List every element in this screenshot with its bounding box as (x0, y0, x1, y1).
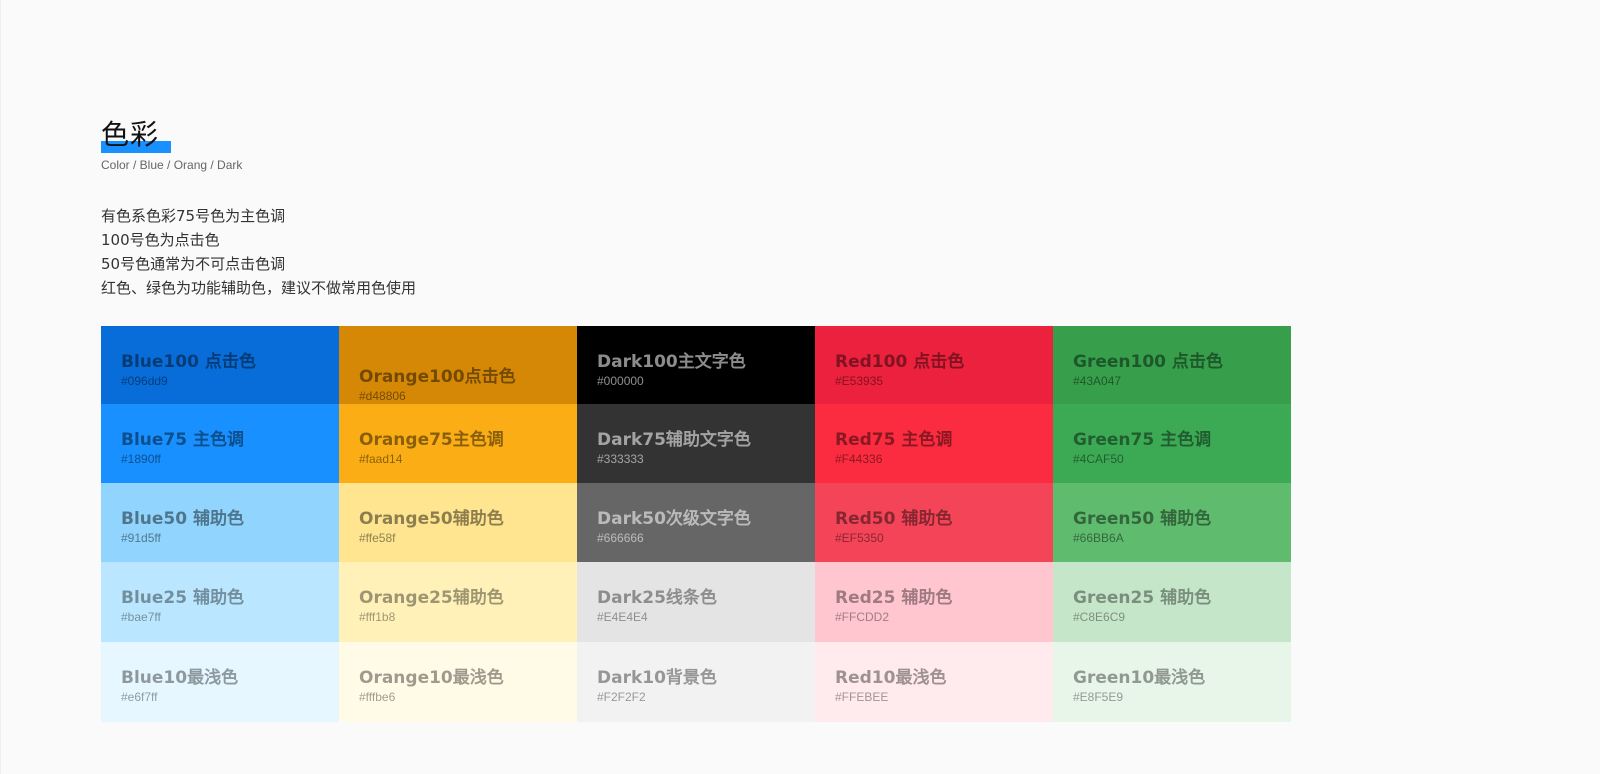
swatch-hex: #ffe58f (359, 531, 396, 545)
page-subtitle: Color / Blue / Orang / Dark (101, 158, 243, 172)
swatch-name: Blue10最浅色 (121, 668, 239, 688)
swatch-blue50: Blue50 辅助色 #91d5ff (101, 483, 339, 562)
swatch-red50: Red50 辅助色 #EF5350 (815, 483, 1053, 562)
swatch-name: Green75 主色调 (1073, 430, 1212, 450)
swatch-hex: #E8F5E9 (1073, 690, 1124, 704)
swatch-dark10: Dark10背景色 #F2F2F2 (577, 642, 815, 722)
page-title: 色彩 (101, 118, 160, 151)
swatch-name: Orange100点击色 (359, 367, 516, 387)
swatch-name: Orange75主色调 (359, 430, 504, 450)
swatch-name: Orange10最浅色 (359, 668, 504, 688)
swatch-red100: Red100 点击色 #E53935 (815, 326, 1053, 404)
swatch-hex: #E4E4E4 (597, 610, 648, 624)
swatch-red10: Red10最浅色 #FFEBEE (815, 642, 1053, 722)
swatch-hex: #43A047 (1073, 374, 1122, 388)
swatch-orange75: Orange75主色调 #faad14 (339, 404, 577, 483)
swatch-name: Green100 点击色 (1073, 352, 1223, 372)
swatch-name: Green50 辅助色 (1073, 509, 1212, 529)
swatch-hex: #EF5350 (835, 531, 884, 545)
description-line: 100号色为点击色 (101, 231, 220, 249)
swatch-green50: Green50 辅助色 #66BB6A (1053, 483, 1291, 562)
swatch-hex: #E53935 (835, 374, 884, 388)
swatch-name: Dark50次级文字色 (597, 509, 751, 529)
swatch-hex: #F44336 (835, 452, 883, 466)
swatch-name: Orange25辅助色 (359, 588, 504, 608)
swatch-hex: #000000 (597, 374, 644, 388)
swatch-name: Blue100 点击色 (121, 352, 256, 372)
swatch-name: Green10最浅色 (1073, 668, 1206, 688)
swatch-hex: #FFEBEE (835, 690, 889, 704)
swatch-hex: #4CAF50 (1073, 452, 1124, 466)
swatch-orange50: Orange50辅助色 #ffe58f (339, 483, 577, 562)
description-line: 50号色通常为不可点击色调 (101, 255, 286, 273)
swatch-hex: #333333 (597, 452, 644, 466)
swatch-name: Red10最浅色 (835, 668, 947, 688)
swatch-name: Dark100主文字色 (597, 352, 746, 372)
swatch-name: Red50 辅助色 (835, 509, 953, 529)
swatch-blue75: Blue75 主色调 #1890ff (101, 404, 339, 483)
swatch-hex: #fff1b8 (359, 610, 396, 624)
swatch-hex: #1890ff (121, 452, 161, 466)
swatch-blue10: Blue10最浅色 #e6f7ff (101, 642, 339, 722)
description-line: 红色、绿色为功能辅助色，建议不做常用色使用 (101, 279, 417, 297)
swatch-orange100: Orange100点击色 #d48806 (339, 326, 577, 404)
swatch-hex: #F2F2F2 (597, 690, 646, 704)
swatch-orange25: Orange25辅助色 #fff1b8 (339, 562, 577, 642)
swatch-dark25: Dark25线条色 #E4E4E4 (577, 562, 815, 642)
swatch-name: Dark75辅助文字色 (597, 430, 751, 450)
swatch-name: Green25 辅助色 (1073, 588, 1212, 608)
swatch-dark100: Dark100主文字色 #000000 (577, 326, 815, 404)
swatch-name: Blue25 辅助色 (121, 588, 244, 608)
swatch-hex: #91d5ff (121, 531, 161, 545)
swatch-name: Orange50辅助色 (359, 509, 504, 529)
swatch-hex: #666666 (597, 531, 644, 545)
swatch-green100: Green100 点击色 #43A047 (1053, 326, 1291, 404)
swatch-name: Dark10背景色 (597, 668, 717, 688)
swatch-hex: #66BB6A (1073, 531, 1124, 545)
swatch-name: Blue50 辅助色 (121, 509, 244, 529)
swatch-hex: #bae7ff (121, 610, 161, 624)
swatch-hex: #C8E6C9 (1073, 610, 1126, 624)
swatch-dark75: Dark75辅助文字色 #333333 (577, 404, 815, 483)
swatch-name: Blue75 主色调 (121, 430, 244, 450)
swatch-green75: Green75 主色调 #4CAF50 (1053, 404, 1291, 483)
swatch-red75: Red75 主色调 #F44336 (815, 404, 1053, 483)
swatch-hex: #faad14 (359, 452, 403, 466)
swatch-hex: #d48806 (359, 389, 406, 403)
swatch-red25: Red25 辅助色 #FFCDD2 (815, 562, 1053, 642)
swatch-name: Red25 辅助色 (835, 588, 953, 608)
page: 色彩 Color / Blue / Orang / Dark 有色系色彩75号色… (0, 0, 1600, 774)
swatch-dark50: Dark50次级文字色 #666666 (577, 483, 815, 562)
swatch-blue25: Blue25 辅助色 #bae7ff (101, 562, 339, 642)
swatch-orange10: Orange10最浅色 #fffbe6 (339, 642, 577, 722)
color-palette-grid: Blue100 点击色 #096dd9 Orange100点击色 #d48806… (101, 326, 1293, 722)
swatch-green25: Green25 辅助色 #C8E6C9 (1053, 562, 1291, 642)
swatch-name: Red100 点击色 (835, 352, 965, 372)
swatch-name: Dark25线条色 (597, 588, 717, 608)
swatch-green10: Green10最浅色 #E8F5E9 (1053, 642, 1291, 722)
title-block: 色彩 (101, 117, 171, 157)
swatch-hex: #fffbe6 (359, 690, 396, 704)
swatch-hex: #e6f7ff (121, 690, 158, 704)
swatch-name: Red75 主色调 (835, 430, 953, 450)
swatch-blue100: Blue100 点击色 #096dd9 (101, 326, 339, 404)
swatch-hex: #FFCDD2 (835, 610, 890, 624)
description-line: 有色系色彩75号色为主色调 (101, 207, 286, 225)
description: 有色系色彩75号色为主色调 100号色为点击色 50号色通常为不可点击色调 红色… (101, 204, 416, 300)
swatch-hex: #096dd9 (121, 374, 168, 388)
